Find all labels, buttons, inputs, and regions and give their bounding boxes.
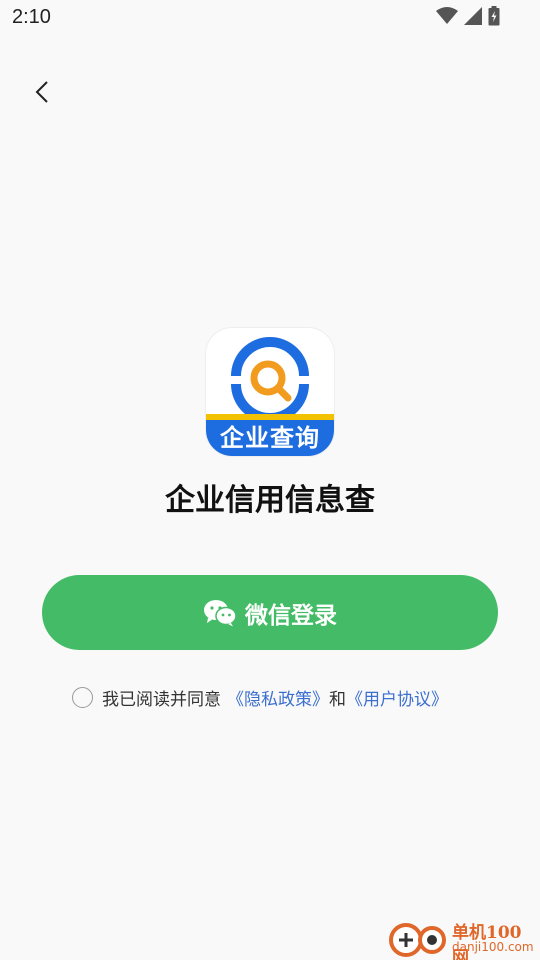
back-button[interactable]: [22, 72, 62, 112]
chevron-left-icon: [35, 81, 48, 103]
agreement-row: 我已阅读并同意 《隐私政策》 和 《用户协议》: [72, 684, 448, 710]
privacy-policy-link[interactable]: 《隐私政策》: [227, 685, 329, 710]
magnifier-logo-icon: [231, 337, 309, 420]
watermark: 单机100网 danji100.com: [386, 916, 536, 960]
status-bar: 2:10: [0, 0, 540, 36]
status-time: 2:10: [12, 6, 51, 28]
wechat-login-button[interactable]: 微信登录: [42, 575, 498, 650]
agreement-checkbox[interactable]: [72, 686, 93, 708]
app-logo: 企业查询: [206, 328, 334, 456]
watermark-url: danji100.com: [452, 940, 534, 954]
agreement-conjunction: 和: [329, 689, 346, 710]
app-name: 企业信用信息查: [165, 483, 375, 518]
watermark-logo-icon: [389, 923, 446, 957]
wechat-icon: [204, 599, 237, 626]
logo-text: 企业查询: [206, 420, 334, 456]
battery-icon: [488, 6, 500, 26]
signal-icon: [464, 7, 482, 25]
wifi-icon: [436, 7, 458, 24]
wechat-login-label: 微信登录: [245, 602, 337, 629]
login-screen: 2:10 企业查询 企业信用信息查 微信登录 我已阅读并同意 《隐私政策》 和 …: [0, 0, 540, 960]
agreement-prefix: 我已阅读并同意: [102, 689, 221, 710]
user-agreement-link[interactable]: 《用户协议》: [346, 685, 448, 710]
status-icons: [436, 6, 500, 26]
